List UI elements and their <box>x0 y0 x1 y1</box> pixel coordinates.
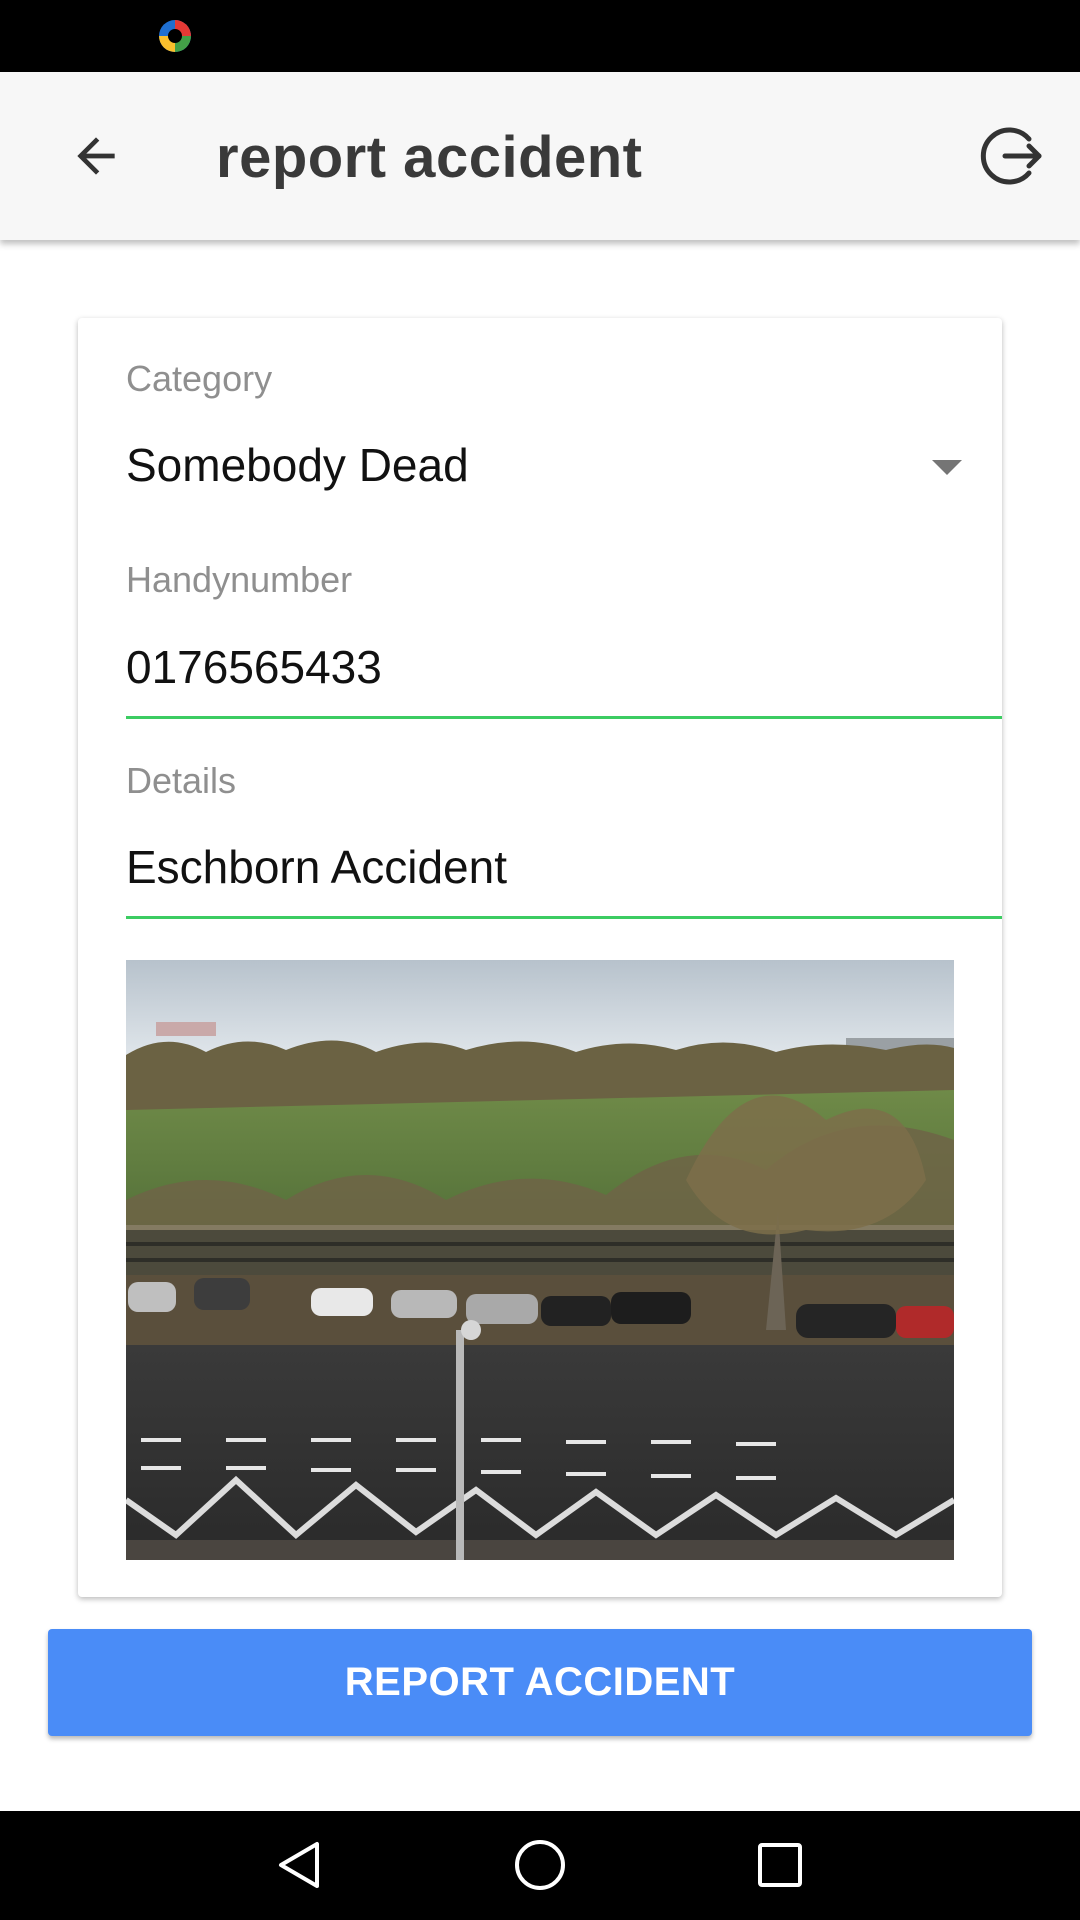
back-button[interactable] <box>56 116 136 196</box>
page-title: report accident <box>216 125 643 190</box>
details-input[interactable]: Eschborn Accident <box>126 840 507 894</box>
status-bar <box>0 0 1080 72</box>
handynumber-underline <box>126 716 1002 719</box>
nav-home-icon <box>515 1840 565 1890</box>
handynumber-input[interactable]: 0176565433 <box>126 640 382 694</box>
nav-back-icon <box>279 1842 319 1888</box>
attached-photo[interactable] <box>126 960 954 1560</box>
handynumber-label: Handynumber <box>126 559 353 600</box>
nav-recents-icon <box>758 1843 802 1887</box>
app-notification-icon <box>159 20 191 52</box>
report-accident-button[interactable]: REPORT ACCIDENT <box>48 1629 1032 1736</box>
category-label: Category <box>126 358 273 399</box>
photo-scene <box>126 960 954 1560</box>
nav-recents-button[interactable] <box>740 1829 820 1901</box>
nav-home-button[interactable] <box>500 1829 580 1901</box>
dropdown-arrow-icon[interactable] <box>932 460 962 475</box>
arrow-back-icon <box>77 137 115 175</box>
logout-icon <box>980 127 1042 185</box>
details-underline <box>126 916 1002 919</box>
nav-back-button[interactable] <box>260 1829 340 1901</box>
navigation-bar <box>0 1811 1080 1920</box>
report-form-card: Category Somebody Dead Handynumber 01765… <box>78 318 1002 1597</box>
category-select[interactable]: Somebody Dead <box>126 438 906 492</box>
logout-button[interactable] <box>970 114 1054 198</box>
app-bar: report accident <box>0 72 1080 240</box>
details-label: Details <box>126 760 237 801</box>
report-accident-label: REPORT ACCIDENT <box>344 1660 736 1704</box>
